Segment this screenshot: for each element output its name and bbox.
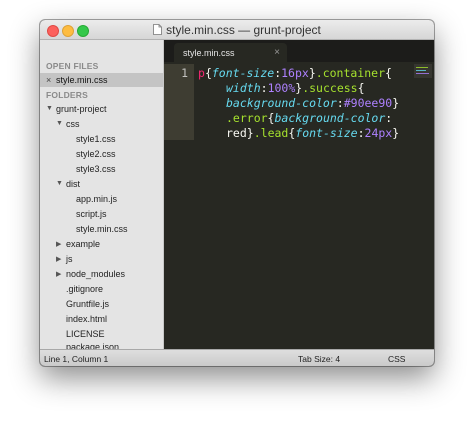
- token-value: 16px: [281, 66, 309, 80]
- window-title: style.min.css — grunt-project: [166, 22, 321, 37]
- cursor-position: Line 1, Column 1: [44, 354, 109, 364]
- minimap-line: [416, 67, 428, 68]
- token-property: background-color: [274, 111, 386, 125]
- syntax-selector[interactable]: CSS: [388, 354, 405, 364]
- token-brace: {: [385, 66, 392, 80]
- disclosure-down-icon[interactable]: ▼: [56, 120, 66, 127]
- status-bar: Line 1, Column 1 Tab Size: 4 CSS: [40, 349, 434, 366]
- close-file-icon[interactable]: ×: [46, 75, 56, 85]
- tree-item-label: grunt-project: [56, 103, 107, 114]
- tree-item-label: style.min.css: [76, 223, 128, 234]
- token-selector: p: [198, 66, 205, 80]
- token-property: width: [226, 81, 261, 95]
- tree-item-label: example: [66, 238, 101, 249]
- tree-item-label: style1.css: [76, 133, 116, 144]
- tab-label: style.min.css: [183, 47, 235, 58]
- tree-item-label: Gruntfile.js: [66, 298, 110, 309]
- tree-item-label: node_modules: [66, 268, 126, 279]
- token-colon: :: [260, 81, 268, 95]
- title-bar: style.min.css — grunt-project: [40, 20, 434, 40]
- disclosure-down-icon[interactable]: ▼: [46, 105, 56, 112]
- tree-folder-dist[interactable]: ▼ dist: [40, 176, 179, 191]
- open-file-name: style.min.css: [56, 75, 108, 85]
- window-title-wrap: style.min.css — grunt-project: [153, 23, 321, 37]
- token-brace: {: [204, 66, 212, 80]
- token-class: .container: [315, 66, 386, 80]
- token-brace: }: [392, 96, 400, 110]
- tab-size-selector[interactable]: Tab Size: 4: [298, 354, 340, 364]
- tab-style-min-css[interactable]: style.min.css ×: [174, 43, 287, 62]
- close-tab-icon[interactable]: ×: [274, 47, 280, 58]
- token-property: font-size: [295, 126, 358, 140]
- tree-item-label: dist: [66, 178, 81, 189]
- token-brace: }: [392, 126, 400, 140]
- code-text: p{font-size:16px}.container{ width:100%}…: [198, 66, 399, 141]
- token-colon: :: [385, 111, 393, 125]
- token-value: #90ee90: [343, 96, 393, 110]
- tree-item-label: LICENSE: [66, 328, 105, 339]
- token-class: .error: [226, 111, 268, 125]
- tree-item-label: index.html: [66, 313, 108, 324]
- file-icon: [153, 24, 163, 35]
- folders-header: FOLDERS: [46, 90, 89, 100]
- token-class: .success: [302, 81, 358, 95]
- code-editor[interactable]: 1 p{font-size:16px}.container{ width:100…: [164, 62, 434, 349]
- tree-item-label: app.min.js: [76, 193, 118, 204]
- editor-window: style.min.css — grunt-project OPEN FILES…: [40, 20, 434, 366]
- line-number: 1: [181, 66, 188, 80]
- tree-folder-node-modules[interactable]: ▶ node_modules: [40, 266, 179, 281]
- tree-folder-example[interactable]: ▶ example: [40, 236, 179, 251]
- token-colon: :: [357, 126, 365, 140]
- tree-item-label: js: [66, 253, 73, 264]
- tree-item-label: style3.css: [76, 163, 116, 174]
- token-value: red: [226, 126, 247, 140]
- tree-item-label: css: [66, 118, 80, 129]
- disclosure-right-icon[interactable]: ▶: [56, 255, 66, 263]
- minimap-line: [416, 73, 429, 74]
- token-brace: {: [357, 81, 365, 95]
- disclosure-right-icon[interactable]: ▶: [56, 270, 66, 278]
- minimap-line: [416, 70, 426, 71]
- tree-folder-grunt-project[interactable]: ▼ grunt-project: [40, 101, 169, 116]
- token-brace: }: [308, 66, 316, 80]
- line-number-gutter: 1: [164, 62, 194, 349]
- minimize-window-button[interactable]: [62, 25, 74, 37]
- open-files-header: OPEN FILES: [46, 61, 99, 71]
- tree-item-label: script.js: [76, 208, 107, 219]
- zoom-window-button[interactable]: [77, 25, 89, 37]
- minimap[interactable]: [414, 64, 432, 78]
- token-value: 24px: [364, 126, 393, 140]
- token-colon: :: [336, 96, 344, 110]
- token-property: background-color: [226, 96, 337, 110]
- token-class: .lead: [253, 126, 289, 140]
- token-brace: }: [246, 126, 254, 140]
- disclosure-right-icon[interactable]: ▶: [56, 240, 66, 248]
- tab-bar: style.min.css ×: [164, 40, 434, 63]
- open-file-item[interactable]: × style.min.css: [40, 73, 163, 87]
- sidebar: OPEN FILES × style.min.css FOLDERS ▼ gru…: [40, 40, 164, 352]
- token-value: 100%: [267, 81, 296, 95]
- tree-folder-css[interactable]: ▼ css: [40, 116, 179, 131]
- tree-item-label: .gitignore: [66, 283, 104, 294]
- close-window-button[interactable]: [47, 25, 59, 37]
- disclosure-down-icon[interactable]: ▼: [56, 180, 66, 187]
- token-property: font-size: [211, 66, 275, 80]
- tree-folder-js[interactable]: ▶ js: [40, 251, 179, 266]
- tree-item-label: style2.css: [76, 148, 116, 159]
